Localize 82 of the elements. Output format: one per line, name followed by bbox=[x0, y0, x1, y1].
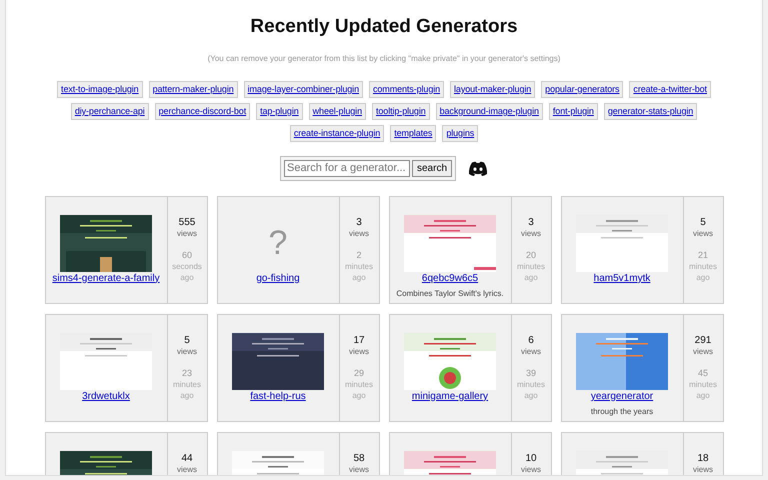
generator-link[interactable]: fast-help-rus bbox=[250, 390, 306, 403]
age-number: 60 bbox=[182, 248, 192, 261]
age-suffix: ago bbox=[180, 390, 194, 401]
tag-link[interactable]: image-layer-combiner-plugin bbox=[244, 80, 363, 98]
generator-link[interactable]: 3rdwetuklx bbox=[82, 390, 130, 403]
views-label: views bbox=[176, 464, 197, 475]
age-suffix: ago bbox=[696, 272, 710, 283]
age-unit: minutes bbox=[344, 260, 373, 272]
generator-link[interactable]: 6qebc9w6c5 bbox=[422, 272, 478, 285]
view-count: 10 bbox=[525, 452, 537, 465]
view-count: 291 bbox=[694, 334, 712, 347]
age-suffix: ago bbox=[352, 390, 366, 401]
age-number: 21 bbox=[698, 248, 708, 261]
views-label: views bbox=[692, 346, 713, 357]
tag-link[interactable]: pattern-maker-plugin bbox=[148, 80, 238, 98]
tag-link[interactable]: font-plugin bbox=[548, 102, 598, 120]
views-label: views bbox=[348, 464, 369, 475]
page-title: Recently Updated Generators bbox=[249, 16, 519, 39]
view-count: 58 bbox=[353, 452, 365, 465]
age-unit: minutes bbox=[688, 260, 717, 272]
hint-text: (You can remove your generator from this list by clicking "make private" in your generator's settings) bbox=[206, 52, 562, 65]
view-count: 5 bbox=[184, 334, 190, 347]
age-number: 45 bbox=[698, 366, 708, 379]
generator-link[interactable]: go-fishing bbox=[256, 272, 300, 285]
search-field[interactable]: Search for a generator... bbox=[284, 160, 410, 177]
tag-link[interactable]: create-instance-plugin bbox=[290, 124, 384, 142]
age-unit: minutes bbox=[344, 378, 373, 390]
tag-link[interactable]: perchance-discord-bot bbox=[154, 102, 250, 120]
tag-link[interactable]: wheel-plugin bbox=[308, 102, 366, 120]
generator-link[interactable]: ham5v1mytk bbox=[594, 272, 650, 285]
age-unit: minutes bbox=[172, 378, 201, 390]
tag-link[interactable]: tooltip-plugin bbox=[372, 102, 430, 120]
age-suffix: ago bbox=[524, 390, 538, 401]
generator-link[interactable]: sims4-generate-a-family bbox=[52, 272, 160, 285]
search-button[interactable]: search bbox=[412, 160, 452, 177]
tag-link[interactable]: layout-maker-plugin bbox=[450, 80, 536, 98]
tag-link[interactable]: background-image-plugin bbox=[436, 102, 543, 120]
views-label: views bbox=[176, 346, 197, 357]
age-suffix: ago bbox=[524, 272, 538, 283]
age-suffix: ago bbox=[352, 272, 366, 283]
views-label: views bbox=[520, 464, 541, 475]
age-unit: minutes bbox=[516, 260, 545, 272]
views-label: views bbox=[520, 228, 541, 239]
tag-link[interactable]: comments-plugin bbox=[369, 80, 444, 98]
age-suffix: ago bbox=[696, 390, 710, 401]
tag-link[interactable]: tap-plugin bbox=[256, 102, 303, 120]
views-label: views bbox=[348, 346, 369, 357]
age-unit: minutes bbox=[688, 378, 717, 390]
view-count: 44 bbox=[181, 452, 193, 465]
views-label: views bbox=[520, 346, 541, 357]
tag-link[interactable]: popular-generators bbox=[541, 80, 624, 98]
tag-link[interactable]: templates bbox=[390, 124, 436, 142]
question-mark: ? bbox=[268, 222, 288, 264]
generator-link[interactable]: minigame-gallery bbox=[412, 390, 488, 403]
tag-link[interactable]: generator-stats-plugin bbox=[604, 102, 698, 120]
view-count: 555 bbox=[178, 216, 196, 229]
tag-link[interactable]: plugins bbox=[442, 124, 478, 142]
age-number: 29 bbox=[354, 366, 364, 379]
views-label: views bbox=[176, 228, 197, 239]
tag-link[interactable]: create-a-twitter-bot bbox=[629, 80, 711, 98]
view-count: 3 bbox=[356, 216, 362, 229]
age-unit: minutes bbox=[516, 378, 545, 390]
age-number: 39 bbox=[526, 366, 536, 379]
age-number: 23 bbox=[182, 366, 192, 379]
generator-link[interactable]: yeargenerator bbox=[590, 390, 654, 403]
view-count: 6 bbox=[528, 334, 534, 347]
age-suffix: ago bbox=[180, 272, 194, 283]
view-count: 18 bbox=[697, 452, 709, 465]
age-number: 20 bbox=[526, 248, 536, 261]
view-count: 5 bbox=[700, 216, 706, 229]
logo-icon[interactable] bbox=[468, 160, 488, 176]
generator-description: through the years bbox=[590, 406, 654, 418]
tag-link[interactable]: text-to-image-plugin bbox=[57, 80, 143, 98]
views-label: views bbox=[692, 228, 713, 239]
generator-description: Combines Taylor Swift's lyrics. bbox=[396, 288, 504, 300]
view-count: 3 bbox=[528, 216, 534, 229]
tag-link[interactable]: diy-perchance-api bbox=[70, 102, 149, 120]
age-unit: seconds bbox=[172, 260, 202, 272]
age-number: 2 bbox=[356, 248, 362, 261]
views-label: views bbox=[692, 464, 713, 475]
view-count: 17 bbox=[353, 334, 365, 347]
views-label: views bbox=[348, 228, 369, 239]
